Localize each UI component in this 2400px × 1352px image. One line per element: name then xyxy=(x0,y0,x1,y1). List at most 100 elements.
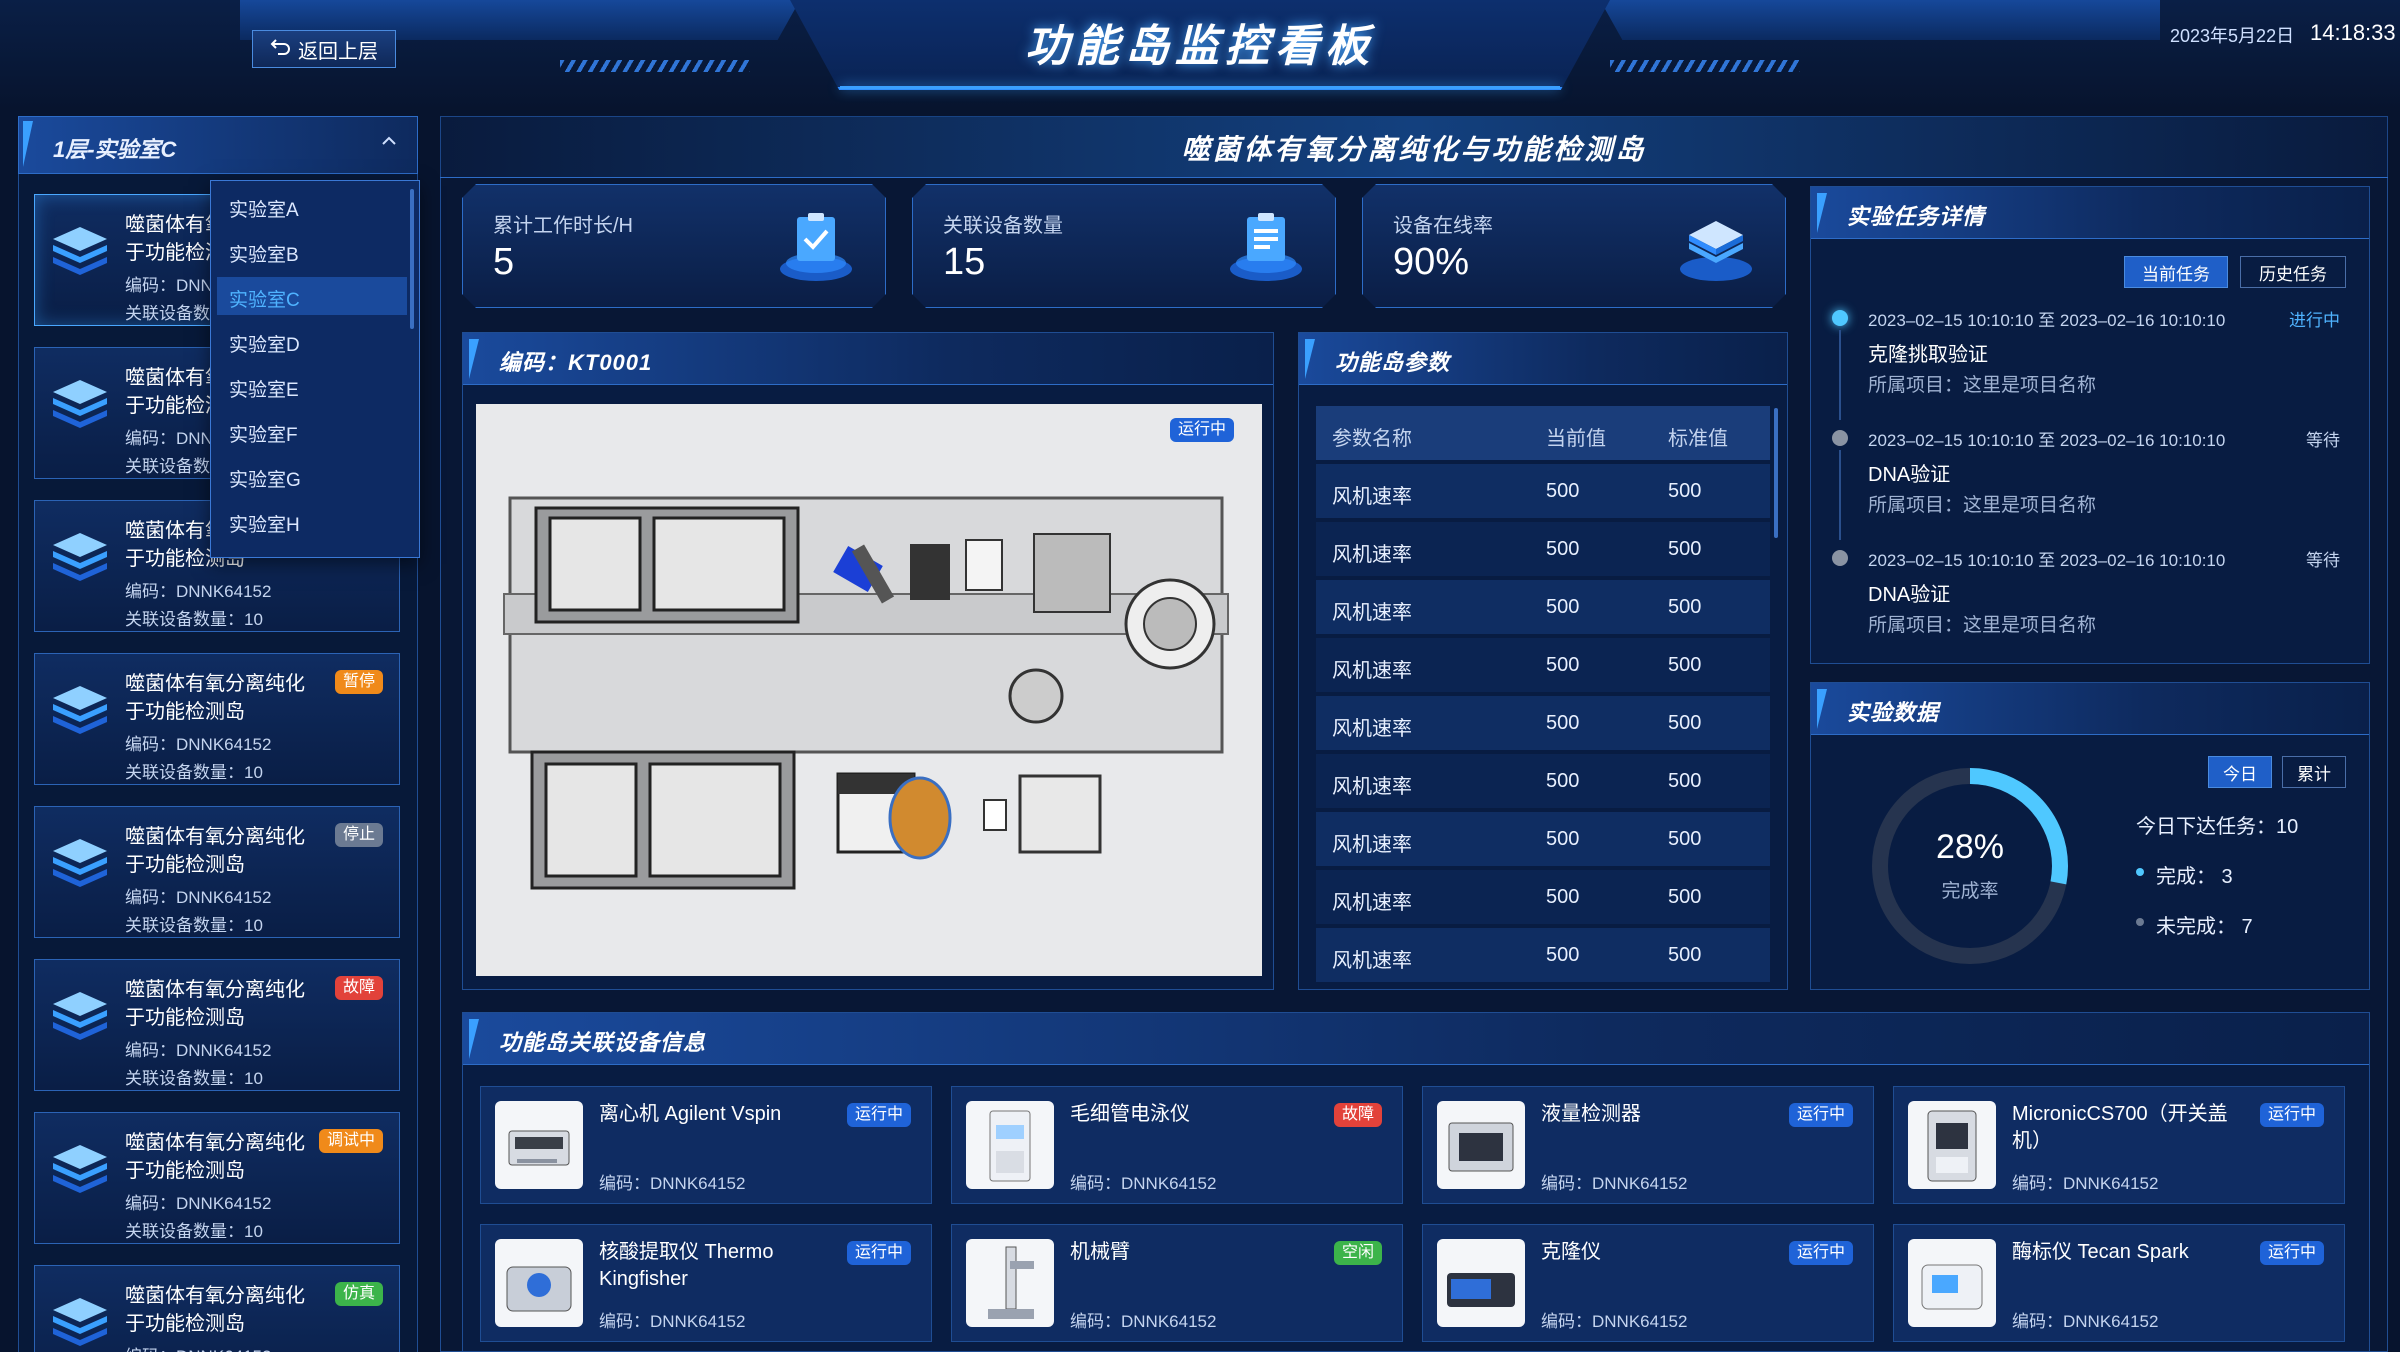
params-cell: 500 xyxy=(1668,944,1702,966)
params-cell: 500 xyxy=(1546,538,1580,560)
status-badge: 暂停 xyxy=(334,670,383,694)
island-code: 编码：DNNK64152 xyxy=(125,1041,272,1060)
dropdown-option[interactable]: 实验室D xyxy=(217,322,407,360)
params-row: 风机速率 500 500 xyxy=(1316,580,1770,634)
params-cell: 500 xyxy=(1668,712,1702,734)
device-card[interactable]: 核酸提取仪 Thermo Kingfisher 编码：DNNK64152 运行中 xyxy=(480,1224,932,1342)
layout-drawing[interactable] xyxy=(476,404,1262,976)
status-badge: 运行中 xyxy=(1788,1103,1853,1127)
device-thumbnail xyxy=(1908,1101,1996,1189)
params-cell: 500 xyxy=(1546,480,1580,502)
dropdown-option[interactable]: 实验室G xyxy=(217,457,407,495)
device-thumbnail xyxy=(1437,1239,1525,1327)
header-date: 2023年5月22日 xyxy=(2170,26,2295,46)
island-device-count: 关联设备数量：10 xyxy=(125,1222,263,1241)
back-label: 返回上层 xyxy=(298,40,378,63)
params-row: 风机速率 500 500 xyxy=(1316,754,1770,808)
params-row: 风机速率 500 500 xyxy=(1316,638,1770,692)
island-card[interactable]: 噬菌体有氧分离纯化于功能检测岛 编码：DNNK64152 关联设备数量：10 调试中 xyxy=(34,1112,400,1244)
dropdown-option[interactable]: 实验室H xyxy=(217,502,407,540)
status-badge: 调试中 xyxy=(318,1129,383,1153)
tasks-undone: 未完成： 7 xyxy=(2156,916,2253,938)
machine-status-badge: 运行中 xyxy=(1170,418,1235,442)
header-stripes-right xyxy=(1610,60,1800,72)
params-cell: 500 xyxy=(1546,886,1580,908)
stat-label: 设备在线率 xyxy=(1393,215,1493,237)
stat-label: 关联设备数量 xyxy=(943,215,1063,237)
island-device-count: 关联设备数量：10 xyxy=(125,916,263,935)
task-time: 2023–02–15 10:10:10 至 2023–02–16 10:10:1… xyxy=(1868,551,2226,570)
island-stack-icon xyxy=(49,221,111,279)
params-cell: 500 xyxy=(1668,886,1702,908)
device-card[interactable]: 克隆仪 编码：DNNK64152 运行中 xyxy=(1422,1224,1874,1342)
task-status: 等待 xyxy=(2306,551,2340,570)
island-code: 编码：DNNK64152 xyxy=(125,735,272,754)
status-badge: 故障 xyxy=(334,976,383,1000)
params-row: 风机速率 500 500 xyxy=(1316,696,1770,750)
island-card[interactable]: 噬菌体有氧分离纯化于功能检测岛编码：DNNK64152 仿真 xyxy=(34,1265,400,1352)
dropdown-option[interactable]: 实验室E xyxy=(217,367,407,405)
device-thumbnail xyxy=(966,1239,1054,1327)
device-thumbnail xyxy=(1437,1101,1525,1189)
lab-dropdown: 实验室A 实验室B 实验室C 实验室D 实验室E 实验室F 实验室G 实验室H xyxy=(210,180,420,558)
tasks-issued: 今日下达任务：10 xyxy=(2136,816,2299,838)
device-card[interactable]: 机械臂 编码：DNNK64152 空闲 xyxy=(951,1224,1403,1342)
device-card[interactable]: 酶标仪 Tecan Spark 编码：DNNK64152 运行中 xyxy=(1893,1224,2345,1342)
timeline-line xyxy=(1839,450,1841,540)
device-card[interactable]: 液量检测器编码：DNNK64152 运行中 xyxy=(1422,1086,1874,1204)
task-time: 2023–02–15 10:10:10 至 2023–02–16 10:10:1… xyxy=(1868,431,2226,450)
island-stack-icon xyxy=(49,374,111,432)
dropdown-option[interactable]: 实验室C xyxy=(217,277,407,315)
device-card[interactable]: 毛细管电泳仪 编码：DNNK64152 故障 xyxy=(951,1086,1403,1204)
params-cell: 风机速率 xyxy=(1332,544,1412,566)
task-project: 所属项目：这里是项目名称 xyxy=(1868,615,2097,636)
dropdown-option[interactable]: 实验室A xyxy=(217,187,407,225)
island-code: 编码：DNNK64152 xyxy=(125,1342,271,1352)
status-badge: 运行中 xyxy=(846,1241,911,1265)
params-header-row: 参数名称 当前值 标准值 xyxy=(1316,406,1770,460)
exp-data-title: 实验数据 xyxy=(1847,700,1940,725)
task-project: 所属项目：这里是项目名称 xyxy=(1868,495,2097,516)
back-button[interactable]: 返回上层 xyxy=(252,30,396,68)
device-name: 毛细管电泳仪 xyxy=(1070,1103,1190,1125)
device-thumbnail xyxy=(495,1239,583,1327)
device-code: 编码：DNNK64152 xyxy=(599,1174,746,1193)
device-thumbnail xyxy=(495,1101,583,1189)
params-cell: 风机速率 xyxy=(1332,834,1412,856)
device-card[interactable]: MicronicCS700（开关盖机） 编码：DNNK64152 运行中 xyxy=(1893,1086,2345,1204)
island-stack-icon xyxy=(49,1139,111,1197)
task-name: DNA验证 xyxy=(1868,464,1951,486)
island-stack-icon xyxy=(49,680,111,738)
island-card[interactable]: 噬菌体有氧分离纯化于功能检测岛 编码：DNNK64152 关联设备数量：10 暂停 xyxy=(34,653,400,785)
params-row: 风机速率 500 500 xyxy=(1316,522,1770,576)
layers-icon xyxy=(1675,207,1757,287)
params-cell: 500 xyxy=(1668,770,1702,792)
params-scrollbar[interactable] xyxy=(1774,408,1778,538)
dropdown-scrollbar[interactable] xyxy=(410,189,414,329)
status-badge: 故障 xyxy=(1333,1103,1382,1127)
tab-history-tasks[interactable]: 历史任务 xyxy=(2240,256,2346,288)
task-status: 进行中 xyxy=(2289,311,2340,330)
tab-current-tasks[interactable]: 当前任务 xyxy=(2124,256,2228,288)
header-right-wing xyxy=(1600,0,2160,40)
params-row: 风机速率 500 500 xyxy=(1316,464,1770,518)
dropdown-option[interactable]: 实验室F xyxy=(217,412,407,450)
tab-total[interactable]: 累计 xyxy=(2282,756,2346,788)
stat-value: 90% xyxy=(1393,241,1470,283)
machine-layout-svg xyxy=(503,496,1229,890)
island-card[interactable]: 噬菌体有氧分离纯化于功能检测岛 编码：DNNK64152 关联设备数量：10 停止 xyxy=(34,806,400,938)
timeline-line xyxy=(1839,330,1841,420)
params-cell: 风机速率 xyxy=(1332,602,1412,624)
dropdown-option[interactable]: 实验室B xyxy=(217,232,407,270)
params-cell: 500 xyxy=(1668,654,1702,676)
device-code: 编码：DNNK64152 xyxy=(1541,1174,1688,1193)
tab-today[interactable]: 今日 xyxy=(2208,756,2272,788)
device-card[interactable]: 离心机 Agilent Vspin 编码：DNNK64152 运行中 xyxy=(480,1086,932,1204)
island-card[interactable]: 噬菌体有氧分离纯化于功能检测岛 编码：DNNK64152 关联设备数量：10 故障 xyxy=(34,959,400,1091)
task-project: 所属项目：这里是项目名称 xyxy=(1868,375,2097,396)
device-name: 液量检测器 xyxy=(1541,1103,1641,1125)
island-title: 噬菌体有氧分离纯化与功能检测岛 xyxy=(1181,134,1647,165)
island-name: 噬菌体有氧分离纯化于功能检测岛 xyxy=(125,1285,305,1335)
lab-select[interactable]: 1层-实验室C xyxy=(18,116,418,174)
params-cell: 风机速率 xyxy=(1332,486,1412,508)
